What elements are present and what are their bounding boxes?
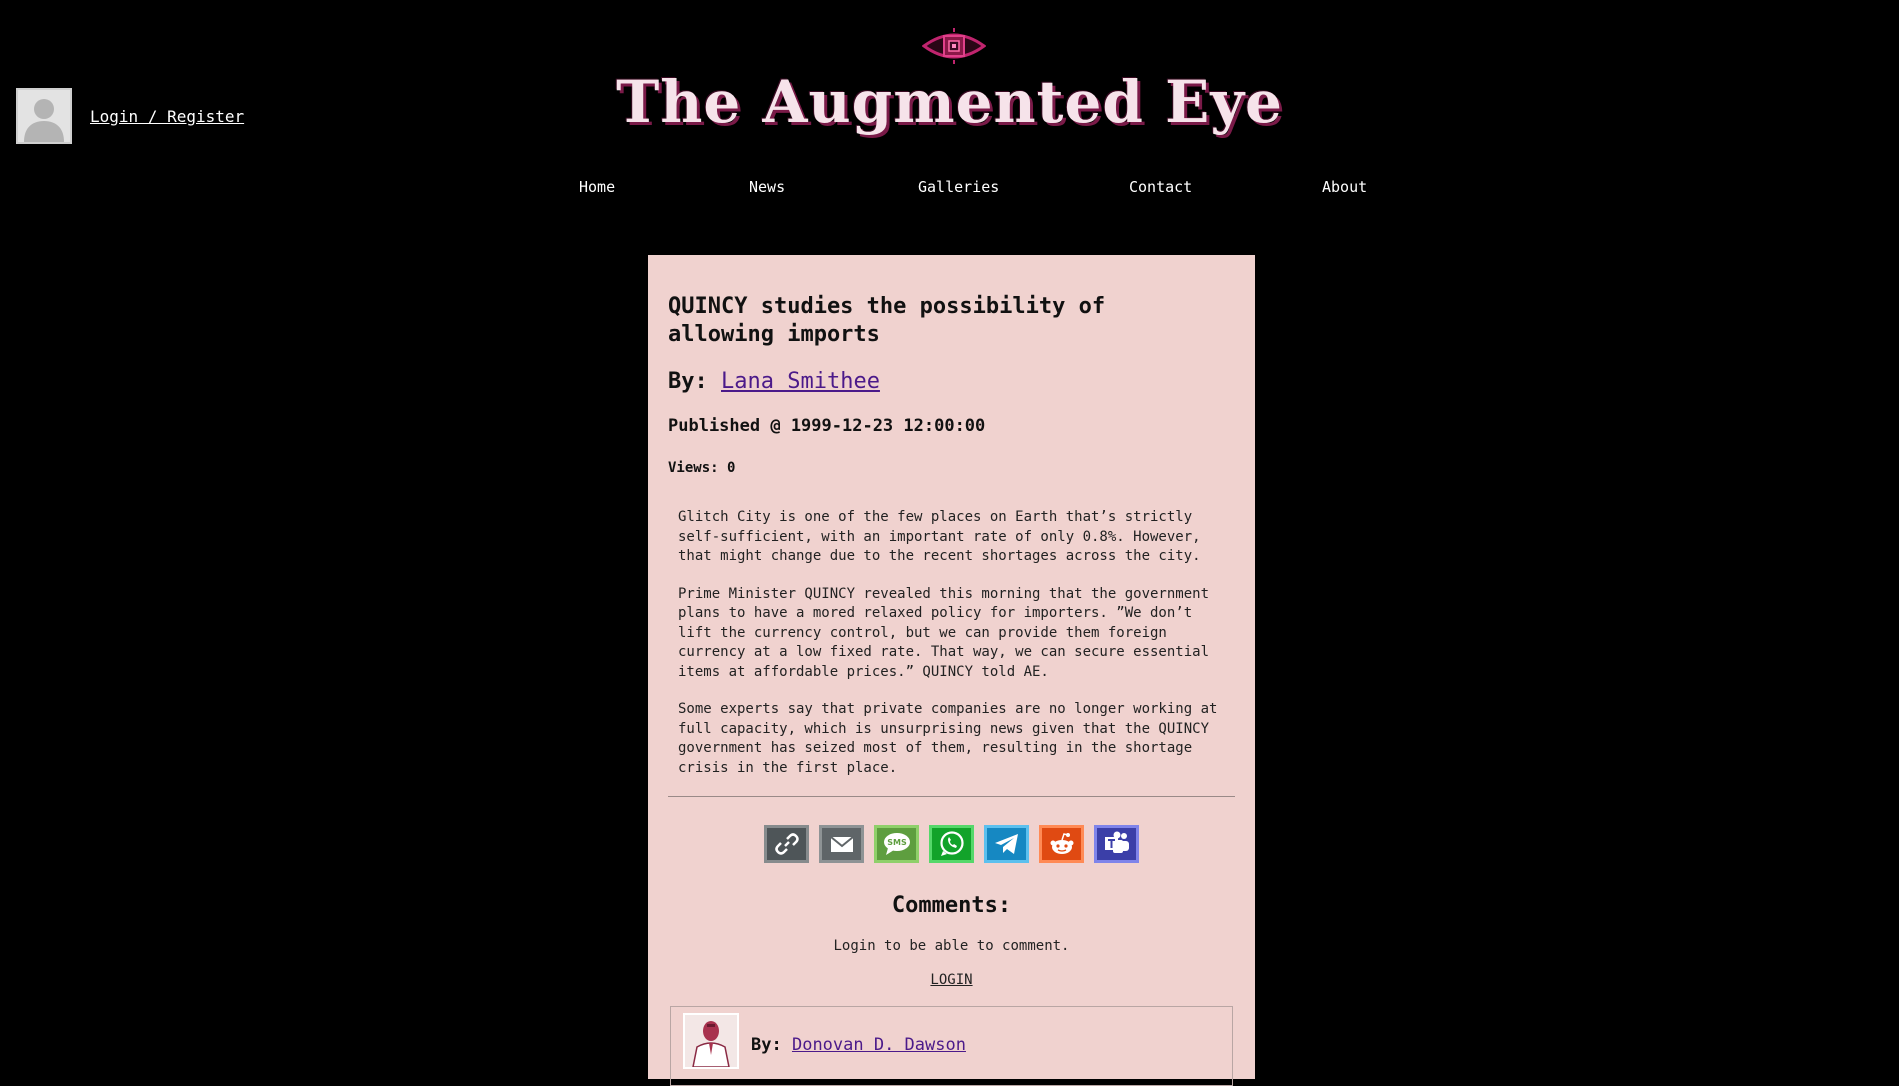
author-link[interactable]: Lana Smithee bbox=[721, 369, 880, 394]
article-card: QUINCY studies the possibility of allowi… bbox=[648, 255, 1255, 1086]
view-count: Views: 0 bbox=[668, 460, 736, 476]
article-paragraph: Glitch City is one of the few places on … bbox=[678, 509, 1201, 564]
login-button[interactable]: LOGIN bbox=[668, 972, 1235, 988]
comment-byline: By: Donovan D. Dawson bbox=[751, 1035, 966, 1055]
comments-heading: Comments: bbox=[891, 893, 1012, 918]
article-body: Glitch City is one of the few places on … bbox=[678, 508, 1233, 778]
reddit-icon bbox=[1050, 833, 1073, 854]
share-reddit-button[interactable] bbox=[1039, 825, 1084, 863]
share-telegram-button[interactable] bbox=[984, 825, 1029, 863]
nav-galleries[interactable]: Galleries bbox=[918, 178, 999, 196]
login-to-comment-message: Login to be able to comment. bbox=[833, 938, 1070, 954]
share-whatsapp-button[interactable] bbox=[929, 825, 974, 863]
telegram-icon bbox=[994, 834, 1018, 854]
sms-icon: SMS bbox=[883, 833, 910, 855]
commenter-link[interactable]: Donovan D. Dawson bbox=[792, 1035, 966, 1055]
article-paragraph: Prime Minister QUINCY revealed this morn… bbox=[678, 585, 1210, 680]
commenter-portrait-icon bbox=[685, 1015, 737, 1067]
nav-about[interactable]: About bbox=[1322, 178, 1367, 196]
article-title: QUINCY studies the possibility of allowi… bbox=[668, 294, 1106, 347]
comment-byline-prefix: By: bbox=[751, 1035, 782, 1055]
byline-prefix: By: bbox=[668, 369, 708, 394]
nav-news[interactable]: News bbox=[749, 178, 785, 196]
published-date: Published @ 1999-12-23 12:00:00 bbox=[668, 416, 986, 436]
article-byline: By: Lana Smithee bbox=[668, 369, 1235, 394]
share-teams-button[interactable] bbox=[1094, 825, 1139, 863]
svg-text:SMS: SMS bbox=[887, 838, 907, 847]
share-email-button[interactable] bbox=[819, 825, 864, 863]
site-title[interactable]: The Augmented Eye bbox=[0, 66, 1899, 138]
teams-icon bbox=[1104, 831, 1129, 853]
eye-logo-icon bbox=[922, 28, 986, 64]
nav-contact[interactable]: Contact bbox=[1129, 178, 1192, 196]
comment-item: By: Donovan D. Dawson bbox=[670, 1006, 1233, 1086]
share-sms-button[interactable]: SMS bbox=[874, 825, 919, 863]
link-icon bbox=[774, 833, 799, 855]
envelope-icon bbox=[829, 836, 854, 852]
main-nav: Home News Galleries Contact About bbox=[0, 178, 1899, 198]
commenter-avatar[interactable] bbox=[683, 1013, 739, 1069]
whatsapp-icon bbox=[939, 831, 964, 856]
share-copy-link-button[interactable] bbox=[764, 825, 809, 863]
nav-home[interactable]: Home bbox=[579, 178, 615, 196]
divider bbox=[668, 796, 1235, 797]
article-paragraph: Some experts say that private companies … bbox=[678, 701, 1218, 776]
share-buttons: SMS bbox=[668, 825, 1235, 863]
